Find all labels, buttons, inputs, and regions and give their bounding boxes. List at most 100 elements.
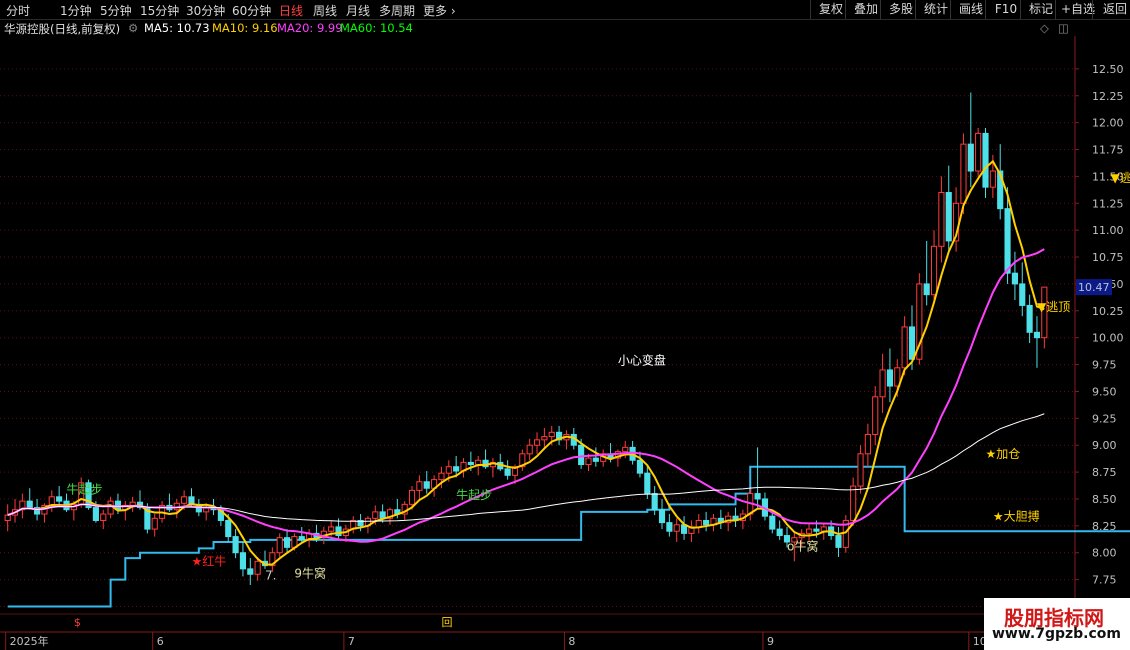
candle-body [247, 568, 254, 575]
candle-body [276, 537, 283, 554]
candle-body [56, 496, 63, 502]
candle-body [335, 526, 342, 537]
candle-body [408, 489, 416, 505]
signal-label: ★加仓 [986, 447, 1021, 461]
candle-body [298, 536, 305, 541]
tab-period-9[interactable]: 多周期 [379, 2, 415, 19]
tab-period-3[interactable]: 15分钟 [140, 2, 179, 19]
candle-body [475, 459, 482, 466]
signal-label: 牛起步 [456, 487, 492, 502]
candle-body [225, 519, 232, 538]
candle-body [636, 459, 644, 474]
candle-body [467, 461, 474, 466]
signal-label: ★红牛 [191, 554, 226, 569]
candle-body [438, 472, 445, 481]
candle-body [857, 453, 864, 487]
candle-body [886, 369, 894, 387]
candle-body [813, 528, 820, 532]
y-tick-label: 10.25 [1092, 305, 1124, 318]
candle-body [967, 143, 974, 172]
y-tick-label: 9.50 [1092, 385, 1117, 398]
candle-body [908, 326, 916, 360]
candle-body [1033, 331, 1041, 339]
y-tick-label: 8.75 [1092, 466, 1117, 479]
ma-line-ma20 [7, 248, 1045, 543]
candle-body [416, 481, 423, 491]
candle-body [769, 515, 776, 530]
info-bar: 华源控股(日线,前复权) ⚙ MA5: 10.73 MA10: 9.16 MA2… [0, 20, 1075, 36]
candle-body [666, 522, 673, 532]
y-tick-label: 8.00 [1092, 547, 1117, 560]
tab-period-4[interactable]: 30分钟 [186, 2, 225, 19]
ma-line-ma5 [7, 159, 1045, 566]
candle-body [872, 396, 879, 435]
y-tick-label: 10.00 [1092, 332, 1124, 345]
candle-body [945, 192, 952, 242]
toolbar-button-8[interactable]: 返回 [1092, 0, 1130, 19]
candle-body [975, 132, 982, 172]
candle-body [423, 481, 430, 489]
tab-period-1[interactable]: 1分钟 [60, 2, 92, 19]
candle-body [372, 511, 379, 519]
watermark-line2: www.7gpzb.com [992, 626, 1122, 642]
tab-period-10[interactable]: 更多 › [423, 2, 456, 19]
candlestick-chart[interactable]: 7.507.758.008.258.508.759.009.259.509.75… [0, 36, 1130, 650]
window-icon[interactable]: ◫ [1058, 21, 1069, 35]
y-tick-label: 8.50 [1092, 493, 1117, 506]
y-tick-label: 7.75 [1092, 574, 1117, 587]
y-tick-label: 10.75 [1092, 251, 1124, 264]
x-tick-label: 9 [767, 635, 774, 648]
y-tick-label: 9.00 [1092, 439, 1117, 452]
y-tick-label: 9.25 [1092, 412, 1117, 425]
ma5-label: MA5: 10.73 [144, 21, 210, 35]
tab-period-2[interactable]: 5分钟 [100, 2, 132, 19]
candle-body [1019, 283, 1026, 306]
watermark-logo: 股朋指标网 www.7gpzb.com [984, 598, 1130, 650]
candle-body [328, 526, 335, 532]
y-tick-label: 9.75 [1092, 359, 1117, 372]
ma60-label: MA60: 10.54 [340, 21, 413, 35]
candle-body [283, 537, 291, 548]
candle-body [673, 524, 680, 532]
tab-period-5[interactable]: 60分钟 [232, 2, 271, 19]
candle-body [754, 493, 761, 500]
x-tick-label: 7 [348, 635, 355, 648]
candle-body [585, 457, 592, 466]
candle-body [129, 501, 136, 506]
tab-period-7[interactable]: 周线 [313, 2, 337, 19]
candle-body [181, 496, 188, 504]
y-tick-label: 11.75 [1092, 144, 1124, 157]
tab-period-6[interactable]: 日线 [279, 2, 303, 19]
signal-label: ★大胆搏 [993, 509, 1040, 523]
candle-body [835, 535, 842, 548]
candle-body [703, 519, 710, 526]
candle-body [254, 560, 261, 575]
y-tick-label: 11.00 [1092, 224, 1124, 237]
candle-body [239, 552, 247, 570]
candle-body [938, 192, 945, 247]
candle-body [658, 509, 666, 524]
diamond-icon[interactable]: ◇ [1040, 21, 1049, 35]
signal-label: o牛窝 [787, 539, 818, 554]
candle-body [541, 436, 548, 441]
candle-body [526, 444, 533, 455]
candle-body [4, 514, 11, 521]
candle-body [151, 517, 158, 530]
y-tick-label: 12.00 [1092, 117, 1124, 130]
candle-body [901, 326, 908, 369]
event-marker[interactable]: 回 [441, 616, 452, 629]
candle-body [453, 466, 460, 472]
stock-title: 华源控股(日线,前复权) [4, 22, 121, 36]
event-marker[interactable]: $ [74, 616, 81, 629]
candle-body [644, 472, 651, 495]
candle-body [26, 500, 33, 509]
candle-body [695, 519, 702, 528]
candle-body [445, 466, 452, 474]
signal-label: ▼逃顶 [1037, 300, 1070, 314]
current-price-label: 10.47 [1078, 281, 1110, 294]
candle-body [92, 507, 99, 521]
tab-period-0[interactable]: 分时 [6, 2, 30, 19]
settings-icon[interactable]: ⚙ [128, 21, 138, 35]
y-tick-label: 11.25 [1092, 197, 1124, 210]
tab-period-8[interactable]: 月线 [346, 2, 370, 19]
